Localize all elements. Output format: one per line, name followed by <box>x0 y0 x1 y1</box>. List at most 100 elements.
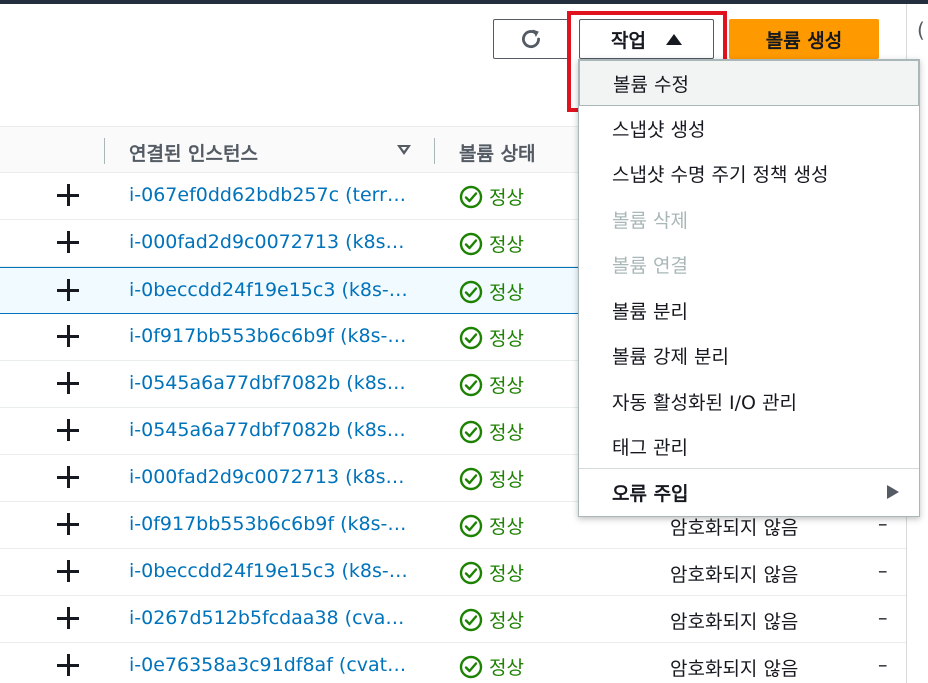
top-nav-strip <box>0 0 928 4</box>
empty-cell-dash: – <box>878 560 888 582</box>
attached-instance-link[interactable]: i-0f917bb553b6c6b9f (k8s-node) <box>129 325 411 347</box>
menu-item-fault-injection[interactable]: 오류 주입 <box>579 469 919 515</box>
menu-item-manage-tags[interactable]: 태그 관리 <box>579 423 919 469</box>
attached-instance-link[interactable]: i-0e76358a3c91df8af (cvat-node) <box>129 654 411 676</box>
encryption-status: 암호화되지 않음 <box>670 517 799 539</box>
encryption-status: 암호화되지 않음 <box>670 611 799 633</box>
check-circle-icon <box>459 232 483 255</box>
actions-button-label: 작업 <box>611 29 646 52</box>
menu-item-force-detach-volume[interactable]: 볼륨 강제 분리 <box>579 332 919 378</box>
plus-icon[interactable] <box>57 513 79 535</box>
volume-status: 정상 <box>459 465 524 492</box>
menu-item-label: 볼륨 분리 <box>612 300 688 323</box>
plus-icon[interactable] <box>57 419 79 441</box>
plus-icon[interactable] <box>57 279 79 301</box>
check-circle-icon <box>459 608 483 631</box>
table-row[interactable]: i-0e76358a3c91df8af (cvat-node) 정상 암호화되지 않… <box>0 643 906 683</box>
menu-item-attach-volume: 볼륨 연결 <box>579 241 919 287</box>
actions-button[interactable]: 작업 <box>579 19 714 59</box>
volume-status-text: 정상 <box>489 563 524 585</box>
menu-item-label: 볼륨 삭제 <box>612 209 688 232</box>
create-volume-label: 볼륨 생성 <box>765 29 843 52</box>
menu-item-label: 태그 관리 <box>612 436 688 459</box>
menu-item-create-lifecycle-policy[interactable]: 스냅샷 수명 주기 정책 생성 <box>579 150 919 196</box>
menu-item-label: 오류 주입 <box>612 482 689 505</box>
table-row[interactable]: i-0beccdd24f19e15c3 (k8s-node) 정상 암호화되지 않음… <box>0 549 906 596</box>
column-header-attached-instance[interactable]: 연결된 인스턴스 <box>129 139 258 166</box>
column-divider[interactable] <box>434 138 435 164</box>
volume-status-text: 정상 <box>489 187 524 209</box>
menu-item-label: 스냅샷 수명 주기 정책 생성 <box>612 163 829 186</box>
check-circle-icon <box>459 280 483 303</box>
volume-status-text: 정상 <box>489 516 524 538</box>
refresh-icon <box>522 29 540 49</box>
volume-status-text: 정상 <box>489 469 524 491</box>
check-circle-icon <box>459 326 483 349</box>
menu-item-create-snapshot[interactable]: 스냅샷 생성 <box>579 105 919 151</box>
menu-item-detach-volume[interactable]: 볼륨 분리 <box>579 287 919 333</box>
volume-status: 정상 <box>459 418 524 445</box>
check-circle-icon <box>459 561 483 584</box>
volume-status-text: 정상 <box>489 657 524 679</box>
create-volume-button[interactable]: 볼륨 생성 <box>729 19 879 59</box>
volume-status: 정상 <box>459 653 524 680</box>
attached-instance-link[interactable]: i-000fad2d9c0072713 (k8s-node) <box>129 231 411 253</box>
volume-status: 정상 <box>459 606 524 633</box>
volume-status-text: 정상 <box>489 234 524 256</box>
check-circle-icon <box>459 514 483 537</box>
plus-icon[interactable] <box>57 654 79 676</box>
volume-status: 정상 <box>459 278 524 305</box>
check-circle-icon <box>459 185 483 208</box>
menu-item-manage-auto-enabled-io[interactable]: 자동 활성화된 I/O 관리 <box>579 378 919 424</box>
volume-status: 정상 <box>459 512 524 539</box>
menu-item-label: 스냅샷 생성 <box>612 118 706 141</box>
plus-icon[interactable] <box>57 607 79 629</box>
volume-status: 정상 <box>459 559 524 586</box>
menu-item-delete-volume: 볼륨 삭제 <box>579 196 919 242</box>
volume-status-text: 정상 <box>489 422 524 444</box>
attached-instance-link[interactable]: i-0f917bb553b6c6b9f (k8s-node) <box>129 513 411 535</box>
volume-status: 정상 <box>459 230 524 257</box>
sort-down-icon[interactable] <box>397 145 411 155</box>
menu-item-label: 볼륨 연결 <box>612 254 688 277</box>
plus-icon[interactable] <box>57 325 79 347</box>
volume-status: 정상 <box>459 183 524 210</box>
plus-icon[interactable] <box>57 231 79 253</box>
plus-icon[interactable] <box>57 466 79 488</box>
caret-up-icon <box>665 33 682 45</box>
info-panel-edge-icon[interactable]: ( <box>917 18 925 42</box>
attached-instance-link[interactable]: i-0beccdd24f19e15c3 (k8s-node) <box>129 560 411 582</box>
attached-instance-link[interactable]: i-000fad2d9c0072713 (k8s-node) <box>129 466 411 488</box>
attached-instance-link[interactable]: i-0beccdd24f19e15c3 (k8s-node) <box>129 279 411 301</box>
empty-cell-dash: – <box>878 607 888 629</box>
menu-item-modify-volume[interactable]: 볼륨 수정 <box>579 60 919 106</box>
refresh-button[interactable] <box>493 19 569 59</box>
attached-instance-link[interactable]: i-0545a6a77dbf7082b (k8s-node) <box>129 372 411 394</box>
menu-item-label: 볼륨 강제 분리 <box>612 345 729 368</box>
plus-icon[interactable] <box>57 184 79 206</box>
menu-item-label: 자동 활성화된 I/O 관리 <box>612 391 797 414</box>
plus-icon[interactable] <box>57 372 79 394</box>
volume-status: 정상 <box>459 371 524 398</box>
encryption-status: 암호화되지 않음 <box>670 658 799 680</box>
encryption-status: 암호화되지 않음 <box>670 564 799 586</box>
column-header-volume-status[interactable]: 볼륨 상태 <box>459 139 536 166</box>
volume-status-text: 정상 <box>489 328 524 350</box>
volume-status-text: 정상 <box>489 610 524 632</box>
attached-instance-link[interactable]: i-067ef0dd62bdb257c (terraform-eks-node) <box>129 184 411 206</box>
check-circle-icon <box>459 467 483 490</box>
volume-status-text: 정상 <box>489 375 524 397</box>
check-circle-icon <box>459 373 483 396</box>
actions-dropdown-menu: 볼륨 수정 스냅샷 생성 스냅샷 수명 주기 정책 생성 볼륨 삭제 볼륨 연결… <box>578 59 920 517</box>
column-divider[interactable] <box>104 138 105 164</box>
empty-cell-dash: – <box>878 654 888 676</box>
attached-instance-link[interactable]: i-0267d512b5fcdaa38 (cvat-node) <box>129 607 411 629</box>
volume-status: 정상 <box>459 324 524 351</box>
caret-right-icon <box>887 485 899 499</box>
attached-instance-link[interactable]: i-0545a6a77dbf7082b (k8s-node) <box>129 419 411 441</box>
menu-item-label: 볼륨 수정 <box>613 73 689 96</box>
volume-status-text: 정상 <box>489 282 524 304</box>
plus-icon[interactable] <box>57 560 79 582</box>
table-row[interactable]: i-0267d512b5fcdaa38 (cvat-node) 정상 암호화되지 않… <box>0 596 906 643</box>
check-circle-icon <box>459 655 483 678</box>
